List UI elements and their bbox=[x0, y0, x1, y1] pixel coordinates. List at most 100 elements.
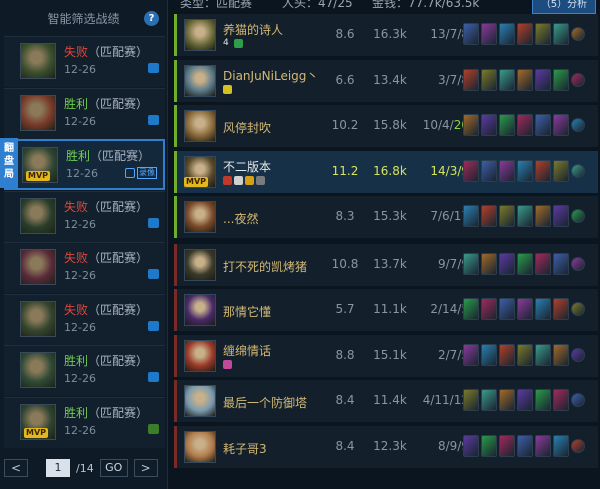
item-icon[interactable] bbox=[535, 389, 551, 411]
item-icon[interactable] bbox=[481, 298, 497, 320]
item-icon[interactable] bbox=[481, 205, 497, 227]
item-icon[interactable] bbox=[481, 23, 497, 45]
item-icon[interactable] bbox=[535, 434, 551, 457]
item-icon[interactable] bbox=[553, 114, 569, 136]
match-item[interactable]: 失败（匹配赛） 12-26 bbox=[4, 36, 165, 87]
item-icon[interactable] bbox=[463, 68, 479, 91]
item-icon[interactable] bbox=[517, 343, 533, 366]
item-icon[interactable] bbox=[553, 159, 569, 182]
item-icon[interactable] bbox=[517, 389, 533, 411]
item-icon[interactable] bbox=[499, 298, 515, 320]
trinket-icon[interactable] bbox=[571, 302, 585, 316]
item-icon[interactable] bbox=[463, 389, 479, 411]
match-item[interactable]: 胜利（匹配赛） 12-26 bbox=[4, 87, 165, 139]
item-icon[interactable] bbox=[481, 159, 497, 182]
item-icon[interactable] bbox=[553, 434, 569, 457]
item-icon[interactable] bbox=[463, 298, 479, 320]
match-item[interactable]: MVP 胜利（匹配赛） 12-26 bbox=[4, 396, 165, 448]
item-icon[interactable] bbox=[517, 23, 533, 45]
match-item[interactable]: 胜利（匹配赛） 12-26 bbox=[4, 345, 165, 396]
item-icon[interactable] bbox=[499, 68, 515, 91]
go-button[interactable]: GO bbox=[99, 459, 128, 477]
player-name[interactable]: 耗子哥3 bbox=[223, 440, 267, 457]
item-icon[interactable] bbox=[481, 389, 497, 411]
player-name[interactable]: 缠绵情话 bbox=[223, 342, 271, 359]
item-icon[interactable] bbox=[535, 298, 551, 320]
screenshot-icon[interactable] bbox=[148, 423, 159, 434]
trinket-icon[interactable] bbox=[571, 209, 585, 223]
analyze-button[interactable]: （5）分析 bbox=[532, 0, 596, 14]
player-name[interactable]: 不二版本 bbox=[223, 158, 271, 175]
item-icon[interactable] bbox=[481, 68, 497, 91]
item-icon[interactable] bbox=[517, 434, 533, 457]
player-row[interactable]: 养猫的诗人 4 8.6 16.3k 13/7/8 bbox=[174, 14, 598, 56]
item-icon[interactable] bbox=[517, 205, 533, 227]
match-item[interactable]: MVP 胜利（匹配赛） 12-26 录像 bbox=[4, 139, 165, 190]
item-icon[interactable] bbox=[499, 205, 515, 227]
item-icon[interactable] bbox=[463, 205, 479, 227]
item-icon[interactable] bbox=[499, 159, 515, 182]
screenshot-icon[interactable] bbox=[148, 114, 159, 125]
player-row[interactable]: 那情它懂 5.7 11.1k 2/14/5 bbox=[174, 289, 598, 331]
player-name[interactable]: 最后一个防御塔 bbox=[223, 394, 307, 411]
player-name[interactable]: 那情它懂 bbox=[223, 303, 271, 320]
item-icon[interactable] bbox=[481, 114, 497, 136]
item-icon[interactable] bbox=[535, 205, 551, 227]
trinket-icon[interactable] bbox=[571, 438, 585, 453]
trinket-icon[interactable] bbox=[571, 118, 585, 132]
player-name[interactable]: 风停封吹 bbox=[223, 119, 271, 136]
item-icon[interactable] bbox=[517, 68, 533, 91]
player-row[interactable]: MVP 不二版本 11.2 16.8k 14/3/9 bbox=[174, 150, 598, 193]
item-icon[interactable] bbox=[517, 252, 533, 275]
item-icon[interactable] bbox=[553, 252, 569, 275]
player-row[interactable]: 缠绵情话 8.8 15.1k 2/7/5 bbox=[174, 334, 598, 377]
player-row[interactable]: 最后一个防御塔 8.4 11.4k 4/11/12 bbox=[174, 380, 598, 422]
item-icon[interactable] bbox=[553, 389, 569, 411]
replay-button[interactable]: 录像 bbox=[125, 167, 157, 179]
player-row[interactable]: 风停封吹 10.2 15.8k 10/4/20 bbox=[174, 105, 598, 147]
trinket-icon[interactable] bbox=[571, 347, 585, 362]
player-row[interactable]: 打不死的凯烤猪 10.8 13.7k 9/7/9 bbox=[174, 243, 598, 286]
item-icon[interactable] bbox=[553, 205, 569, 227]
item-icon[interactable] bbox=[481, 252, 497, 275]
item-icon[interactable] bbox=[463, 114, 479, 136]
screenshot-icon[interactable] bbox=[148, 372, 159, 382]
match-item[interactable]: 失败（匹配赛） 12-26 bbox=[4, 242, 165, 293]
screenshot-icon[interactable] bbox=[148, 217, 159, 228]
trinket-icon[interactable] bbox=[571, 393, 585, 407]
item-icon[interactable] bbox=[535, 114, 551, 136]
item-icon[interactable] bbox=[553, 68, 569, 91]
match-item[interactable]: 失败（匹配赛） 12-26 bbox=[4, 293, 165, 345]
player-row[interactable]: ...夜然 8.3 15.3k 7/6/17 bbox=[174, 196, 598, 238]
item-icon[interactable] bbox=[463, 343, 479, 366]
player-name[interactable]: 养猫的诗人 bbox=[223, 21, 283, 38]
item-icon[interactable] bbox=[553, 298, 569, 320]
help-icon[interactable]: ? bbox=[144, 11, 159, 26]
item-icon[interactable] bbox=[535, 23, 551, 45]
screenshot-icon[interactable] bbox=[148, 63, 159, 73]
item-icon[interactable] bbox=[499, 434, 515, 457]
next-page-button[interactable]: > bbox=[133, 459, 158, 477]
trinket-icon[interactable] bbox=[571, 27, 585, 41]
player-name[interactable]: 打不死的凯烤猪 bbox=[223, 258, 307, 275]
item-icon[interactable] bbox=[553, 23, 569, 45]
item-icon[interactable] bbox=[499, 389, 515, 411]
item-icon[interactable] bbox=[517, 114, 533, 136]
screenshot-icon[interactable] bbox=[148, 269, 159, 279]
item-icon[interactable] bbox=[463, 252, 479, 275]
screenshot-icon[interactable] bbox=[148, 320, 159, 331]
item-icon[interactable] bbox=[535, 159, 551, 182]
item-icon[interactable] bbox=[481, 343, 497, 366]
item-icon[interactable] bbox=[517, 159, 533, 182]
page-input[interactable]: 1 bbox=[46, 459, 70, 477]
item-icon[interactable] bbox=[463, 23, 479, 45]
item-icon[interactable] bbox=[499, 114, 515, 136]
item-icon[interactable] bbox=[535, 343, 551, 366]
item-icon[interactable] bbox=[499, 23, 515, 45]
item-icon[interactable] bbox=[463, 159, 479, 182]
player-row[interactable]: DianJuNiLeigg丶 6.6 13.4k 3/7/8 bbox=[174, 59, 598, 102]
prev-page-button[interactable]: < bbox=[4, 459, 28, 477]
item-icon[interactable] bbox=[517, 298, 533, 320]
item-icon[interactable] bbox=[553, 343, 569, 366]
player-name[interactable]: ...夜然 bbox=[223, 210, 258, 227]
